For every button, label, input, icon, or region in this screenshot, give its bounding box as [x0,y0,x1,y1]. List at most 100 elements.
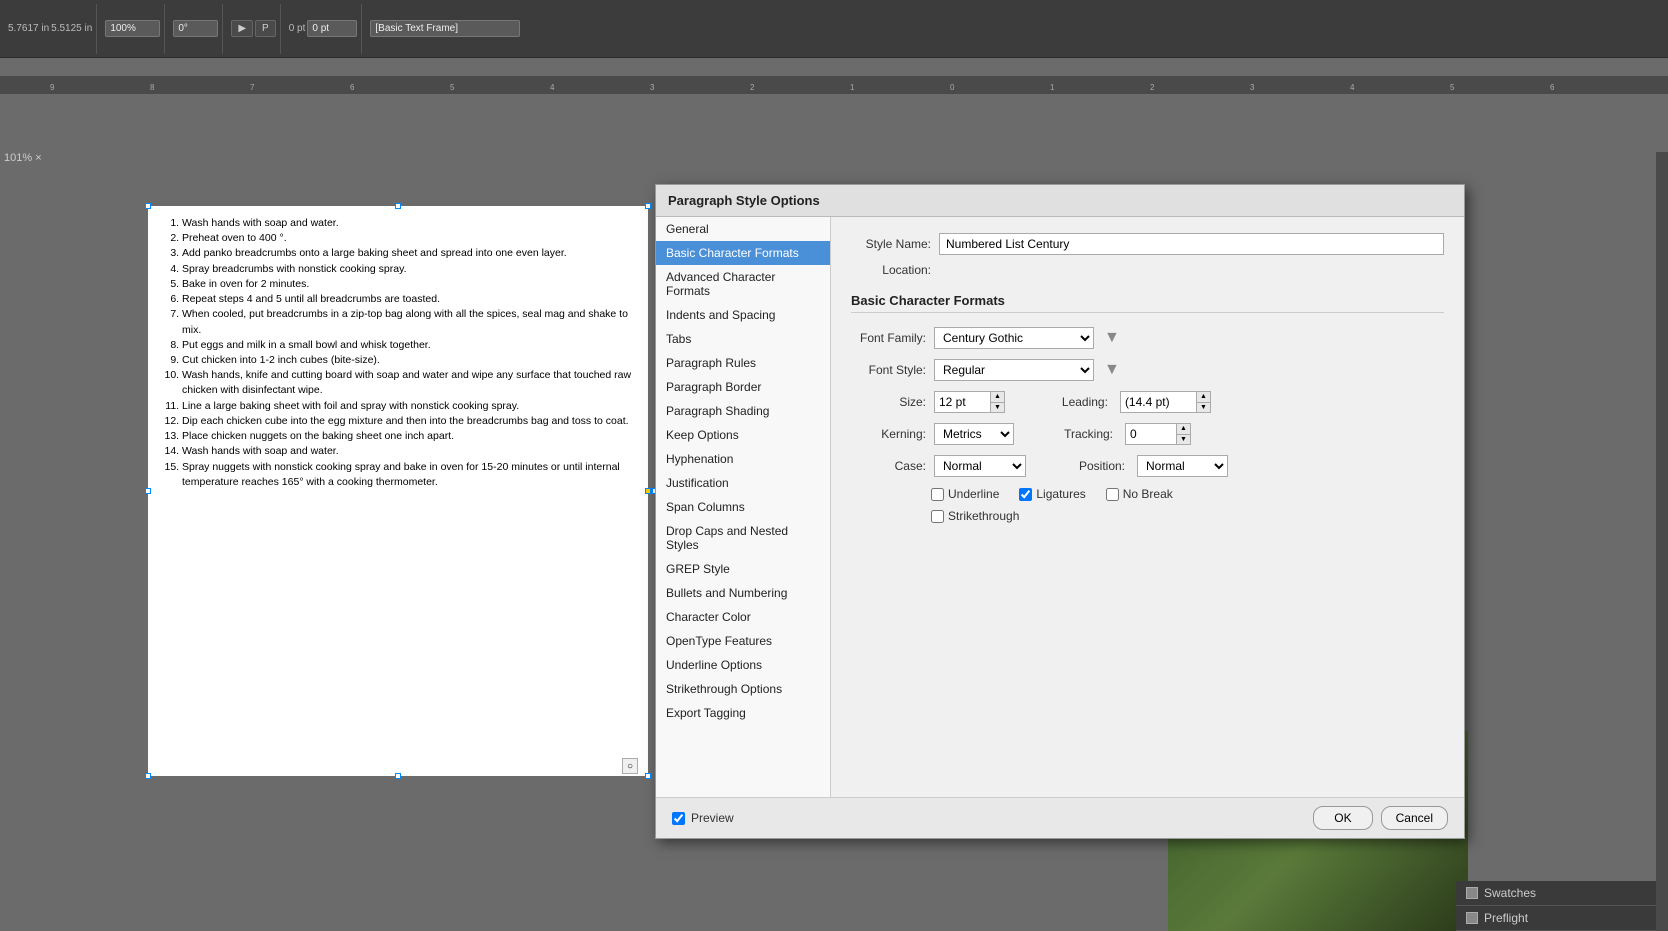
list-item: Dip each chicken cube into the egg mixtu… [182,414,634,429]
size-leading-row: Size: ▲ ▼ Leading: ▲ ▼ [851,391,1444,413]
nav-item-strikethrough-options[interactable]: Strikethrough Options [656,677,830,701]
select-tool[interactable]: ▶ [231,20,253,37]
case-select[interactable]: Normal All Caps Small Caps Title Case [934,455,1026,477]
size-down-arrow[interactable]: ▼ [990,403,1004,413]
ligatures-checkbox-label[interactable]: Ligatures [1019,487,1085,501]
ruler-mark-0: 0 [950,83,954,92]
leading-down-arrow[interactable]: ▼ [1196,403,1210,413]
text-frame-container[interactable]: Wash hands with soap and water. Preheat … [148,206,648,776]
nav-item-bullets-and-numbering[interactable]: Bullets and Numbering [656,581,830,605]
swatches-panel-header[interactable]: Swatches [1456,881,1656,906]
ruler-mark-9: 1 [850,83,854,92]
size-up-arrow[interactable]: ▲ [990,392,1004,403]
location-row: Location: [851,263,1444,277]
nav-item-span-columns[interactable]: Span Columns [656,495,830,519]
underline-label: Underline [948,487,999,501]
strikethrough-checkbox-label[interactable]: Strikethrough [931,509,1019,523]
nav-item-tabs[interactable]: Tabs [656,327,830,351]
x-coord-label: 5.7617 in [8,23,49,34]
frame-type-input[interactable] [370,20,520,37]
stroke-input[interactable] [307,20,357,37]
leading-up-arrow[interactable]: ▲ [1196,392,1210,403]
nav-item-export-tagging[interactable]: Export Tagging [656,701,830,725]
strikethrough-label: Strikethrough [948,509,1019,523]
font-style-dropdown-icon[interactable]: ▼ [1104,361,1120,379]
thread-out-icon[interactable]: ○ [622,758,638,774]
toolbar-frame [366,4,524,54]
handle-ml[interactable] [145,488,151,494]
underline-checkbox-label[interactable]: Underline [931,487,999,501]
preview-label[interactable]: Preview [672,811,734,825]
list-item: Put eggs and milk in a small bowl and wh… [182,338,634,353]
paragraph-style-options-dialog: Paragraph Style Options General Basic Ch… [655,184,1465,839]
no-break-checkbox[interactable] [1106,488,1119,501]
leading-input[interactable] [1121,392,1196,412]
list-item: Cut chicken into 1-2 inch cubes (bite-si… [182,353,634,368]
tracking-down-arrow[interactable]: ▼ [1176,435,1190,445]
preflight-label: Preflight [1484,911,1528,925]
ruler-mark-8: 2 [750,83,754,92]
nav-item-indents-and-spacing[interactable]: Indents and Spacing [656,303,830,327]
list-item: Spray nuggets with nonstick cooking spra… [182,460,634,490]
leading-spinner[interactable]: ▲ ▼ [1120,391,1211,413]
ruler-mark-4: 6 [350,83,354,92]
font-style-select[interactable]: Regular Bold Italic Bold Italic [934,359,1094,381]
ruler-mark-5r: 5 [1450,83,1454,92]
nav-item-paragraph-rules[interactable]: Paragraph Rules [656,351,830,375]
handle-tl[interactable] [145,203,151,209]
preflight-panel-header[interactable]: Preflight [1456,906,1656,931]
pen-tool[interactable]: P [255,20,276,37]
nav-item-keep-options[interactable]: Keep Options [656,423,830,447]
nav-item-advanced-character-formats[interactable]: Advanced Character Formats [656,265,830,303]
dialog-body: General Basic Character Formats Advanced… [656,217,1464,797]
nav-item-grep-style[interactable]: GREP Style [656,557,830,581]
nav-item-basic-character-formats[interactable]: Basic Character Formats [656,241,830,265]
cancel-button[interactable]: Cancel [1381,806,1448,830]
ruler-mark-2r: 2 [1150,83,1154,92]
nav-item-general[interactable]: General [656,217,830,241]
recipe-list: Wash hands with soap and water. Preheat … [170,216,634,490]
nav-item-drop-caps-and-nested-styles[interactable]: Drop Caps and Nested Styles [656,519,830,557]
ligatures-checkbox[interactable] [1019,488,1032,501]
nav-item-paragraph-border[interactable]: Paragraph Border [656,375,830,399]
underline-checkbox[interactable] [931,488,944,501]
size-input[interactable] [935,392,990,412]
handle-br[interactable] [645,773,651,779]
style-name-input[interactable] [939,233,1444,255]
tracking-input[interactable] [1126,424,1176,444]
no-break-checkbox-label[interactable]: No Break [1106,487,1173,501]
handle-tm[interactable] [395,203,401,209]
font-family-dropdown-icon[interactable]: ▼ [1104,329,1120,347]
zoom-input[interactable] [105,20,160,37]
nav-item-character-color[interactable]: Character Color [656,605,830,629]
nav-item-opentype-features[interactable]: OpenType Features [656,629,830,653]
nav-item-justification[interactable]: Justification [656,471,830,495]
toolbar-coords: 5.7617 in 5.5125 in [4,4,97,54]
size-spinner[interactable]: ▲ ▼ [934,391,1005,413]
list-item: Place chicken nuggets on the baking shee… [182,429,634,444]
handle-bm[interactable] [395,773,401,779]
nav-item-hyphenation[interactable]: Hyphenation [656,447,830,471]
kerning-label: Kerning: [851,427,926,441]
rotation-input[interactable] [173,20,218,37]
ok-button[interactable]: OK [1313,806,1372,830]
nav-item-paragraph-shading[interactable]: Paragraph Shading [656,399,830,423]
strikethrough-checkbox[interactable] [931,510,944,523]
zoom-indicator: 101% × [4,152,42,164]
toolbar-rotation [169,4,223,54]
ruler-mark-2: 8 [150,83,154,92]
tracking-up-arrow[interactable]: ▲ [1176,424,1190,435]
preview-checkbox[interactable] [672,812,685,825]
position-select[interactable]: Normal Superscript Subscript [1137,455,1228,477]
text-frame[interactable]: Wash hands with soap and water. Preheat … [148,206,648,776]
list-item: Add panko breadcrumbs onto a large bakin… [182,246,634,261]
swatches-label: Swatches [1484,886,1536,900]
font-family-select[interactable]: Century Gothic Arial Times New Roman [934,327,1094,349]
tracking-spinner[interactable]: ▲ ▼ [1125,423,1191,445]
list-item: Preheat oven to 400 °. [182,231,634,246]
nav-item-underline-options[interactable]: Underline Options [656,653,830,677]
handle-bl[interactable] [145,773,151,779]
handle-tr[interactable] [645,203,651,209]
handle-mr[interactable] [645,488,651,494]
kerning-select[interactable]: Metrics Optical 0 [934,423,1014,445]
